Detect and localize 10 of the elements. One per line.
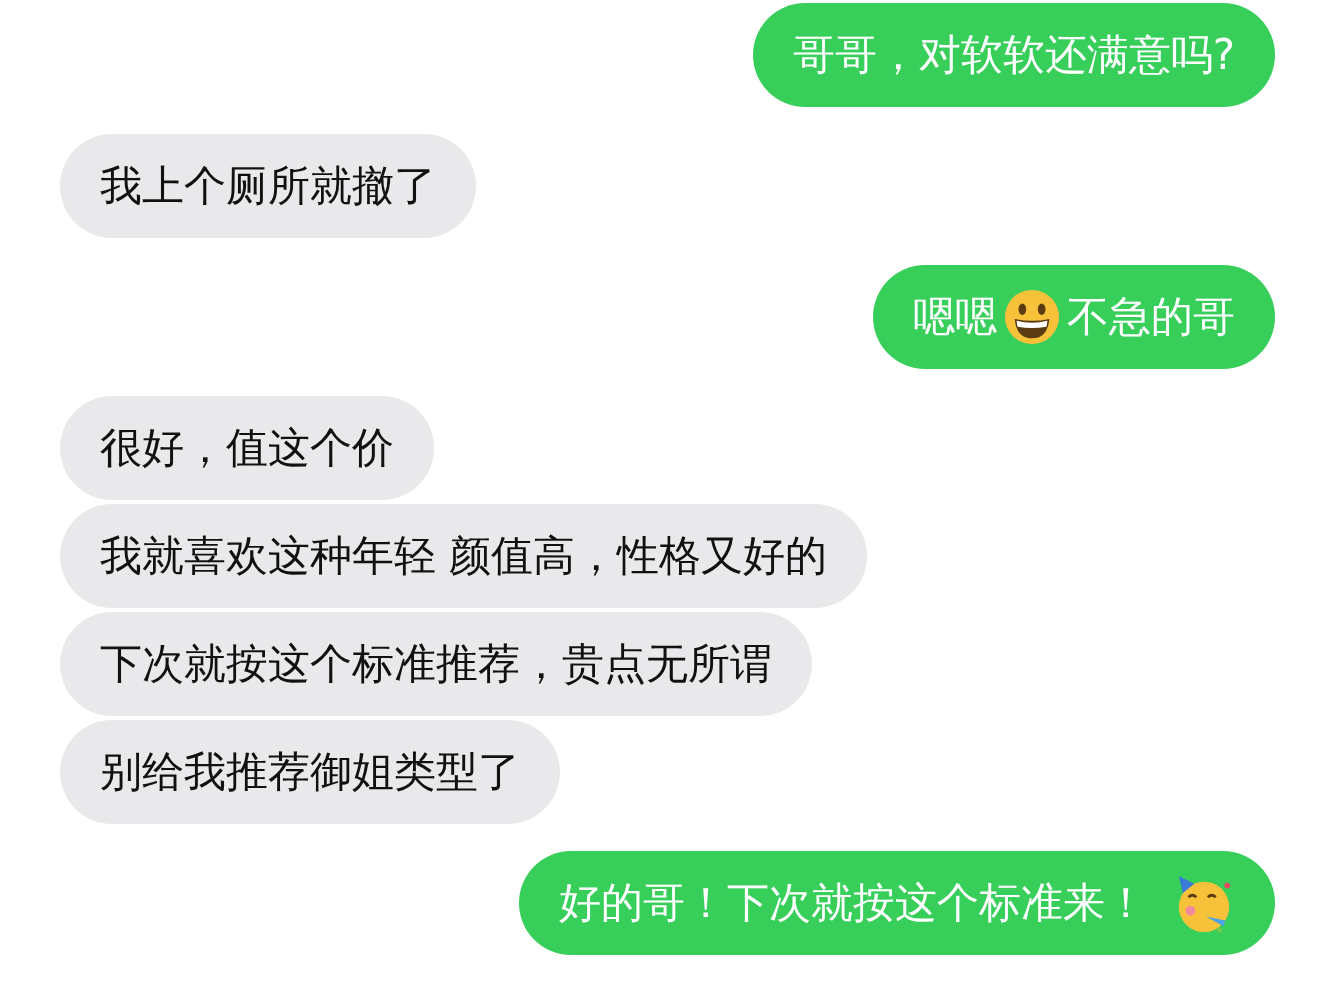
message-text: 我上个厕所就撤了 (100, 160, 436, 212)
message-text: 哥哥，对软软还满意吗? (792, 29, 1235, 81)
grinning-face-icon (1003, 288, 1061, 346)
message-text: 好的哥！下次就按这个标准来！ (559, 877, 1147, 929)
message-text: 很好，值这个价 (100, 422, 394, 474)
message-text: 我就喜欢这种年轻 颜值高，性格又好的 (100, 530, 828, 582)
message-text: 别给我推荐御姐类型了 (100, 746, 520, 798)
message-text: 嗯嗯 (913, 291, 997, 343)
message-text: 下次就按这个标准推荐，贵点无所谓 (100, 638, 772, 690)
message-text: 不急的哥 (1067, 291, 1235, 343)
